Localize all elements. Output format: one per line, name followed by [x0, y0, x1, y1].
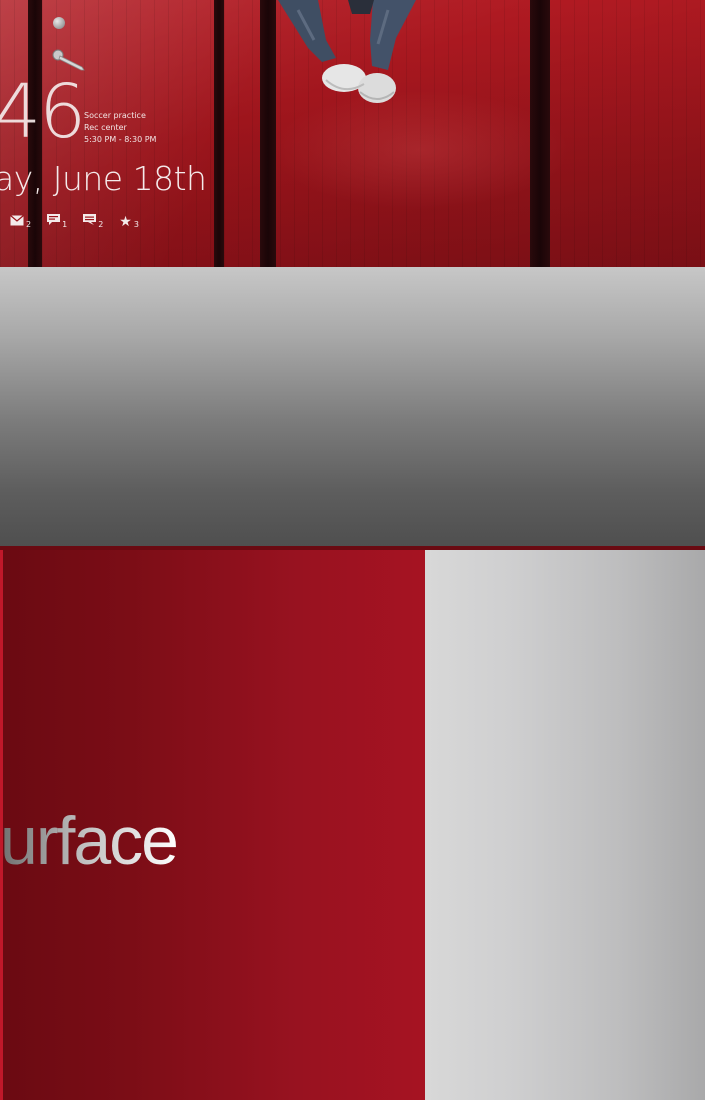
- appointment-title: Soccer practice: [84, 111, 146, 120]
- door-frame-bar: [260, 0, 276, 267]
- star-notification: ★ 3: [119, 214, 139, 230]
- door-knob: [53, 17, 65, 29]
- red-brand-block: urface: [0, 550, 425, 1100]
- gray-gradient-band: [0, 267, 705, 546]
- surface-brand-panel: urface: [0, 546, 705, 1100]
- surface-wordmark: urface: [0, 803, 179, 879]
- message-notification: 2: [83, 214, 103, 230]
- lock-clock: 46: [0, 69, 86, 155]
- red-block-edge: [0, 550, 3, 1100]
- star-count: 3: [133, 220, 139, 229]
- lock-screen-panel: 46 Soccer practice Rec center 5:30 PM - …: [0, 0, 705, 267]
- door-frame-bar: [530, 0, 550, 267]
- mail-icon: [10, 214, 24, 230]
- lock-date: ay, June 18th: [0, 159, 207, 198]
- appointment-location: Rec center: [84, 123, 127, 132]
- appointment-time: 5:30 PM - 8:30 PM: [84, 135, 157, 144]
- person-legs-image: [278, 0, 416, 103]
- page: 46 Soccer practice Rec center 5:30 PM - …: [0, 0, 705, 1100]
- mail-count: 2: [26, 220, 32, 229]
- message-count: 2: [98, 220, 104, 229]
- chat-count: 1: [62, 220, 68, 229]
- star-icon: ★: [119, 214, 132, 230]
- appointment-card: Soccer practice Rec center 5:30 PM - 8:3…: [84, 110, 156, 146]
- notification-bar: 2 1 2 ★ 3: [10, 214, 139, 230]
- chat-icon: [47, 214, 61, 230]
- silver-side-block: [425, 550, 705, 1100]
- mail-notification: 2: [10, 214, 31, 230]
- chat-notification: 1: [47, 214, 67, 230]
- message-icon: [83, 214, 97, 230]
- door-frame-bar: [214, 0, 224, 267]
